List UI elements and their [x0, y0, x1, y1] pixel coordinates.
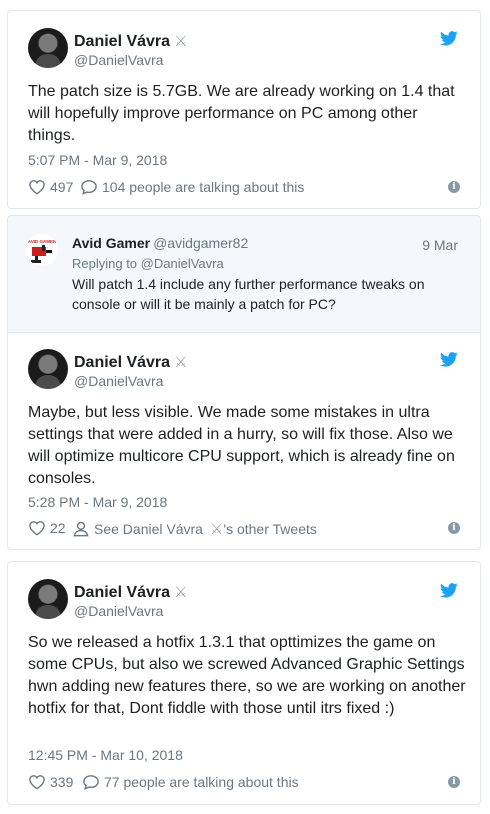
info-icon[interactable]: i — [448, 181, 460, 193]
avatar[interactable] — [28, 579, 68, 619]
author-name-text[interactable]: Daniel Vávra — [74, 33, 170, 50]
like-count: 497 — [50, 179, 74, 195]
info-icon[interactable]: i — [448, 522, 460, 534]
svg-text:AVID GAMER: AVID GAMER — [28, 239, 57, 244]
crossed-swords-icon: ⚔ — [209, 521, 224, 538]
author-handle[interactable]: @DanielVavra — [74, 603, 163, 619]
info-icon[interactable]: i — [448, 776, 460, 788]
author-handle[interactable]: @DanielVavra — [74, 52, 163, 68]
author-name-text[interactable]: Daniel Vávra — [74, 584, 170, 601]
tweet-text: The patch size is 5.7GB. We are already … — [28, 83, 455, 144]
quoted-reply[interactable]: AVID GAMER Avid Gamer @avidgamer82 9 Mar … — [8, 216, 480, 333]
tweet-card-3: Daniel Vávra ⚔ @DanielVavra So we release… — [7, 561, 481, 805]
comment-icon — [80, 179, 98, 195]
crossed-swords-icon: ⚔ — [174, 354, 188, 371]
tweet-timestamp[interactable]: 5:28 PM - Mar 9, 2018 — [28, 494, 167, 510]
quote-author-handle[interactable]: @avidgamer82 — [153, 235, 248, 251]
twitter-bird-icon[interactable] — [440, 352, 458, 367]
twitter-bird-icon[interactable] — [440, 583, 458, 598]
other-tweets-link[interactable]: See Daniel Vávra ⚔'s other Tweets — [72, 520, 317, 538]
quote-date[interactable]: 9 Mar — [422, 237, 458, 253]
crossed-swords-icon: ⚔ — [174, 584, 188, 601]
heart-icon — [28, 774, 46, 790]
heart-icon — [28, 520, 46, 536]
talking-text: 77 people are talking about this — [104, 774, 299, 790]
like-count: 339 — [50, 774, 74, 790]
person-icon — [72, 521, 90, 537]
conversation-link[interactable]: 104 people are talking about this — [80, 179, 304, 195]
author-handle[interactable]: @DanielVavra — [74, 373, 163, 389]
quote-avatar[interactable]: AVID GAMER — [26, 234, 58, 266]
tweet-text: So we released a hotfix 1.3.1 that optti… — [28, 634, 466, 717]
avid-gamer-logo: AVID GAMER — [28, 239, 57, 263]
like-button[interactable]: 22 — [28, 520, 66, 536]
like-count: 22 — [50, 520, 66, 536]
like-button[interactable]: 497 — [28, 179, 73, 195]
avatar[interactable] — [28, 28, 68, 68]
author-name[interactable]: Daniel Vávra ⚔ — [74, 32, 188, 51]
see-other-prefix: See Daniel Vávra — [94, 521, 203, 537]
tweet-timestamp[interactable]: 12:45 PM - Mar 10, 2018 — [28, 747, 183, 763]
like-button[interactable]: 339 — [28, 774, 73, 790]
replying-to[interactable]: Replying to @DanielVavra — [72, 256, 224, 271]
author-name-text[interactable]: Daniel Vávra — [74, 354, 170, 371]
comment-icon — [82, 774, 100, 790]
author-name[interactable]: Daniel Vávra ⚔ — [74, 353, 188, 372]
avatar[interactable] — [28, 349, 68, 389]
tweet-card-2: AVID GAMER Avid Gamer @avidgamer82 9 Mar … — [7, 215, 481, 550]
quote-author-name[interactable]: Avid Gamer — [72, 235, 150, 251]
tweet-timestamp[interactable]: 5:07 PM - Mar 9, 2018 — [28, 152, 167, 168]
talking-text: 104 people are talking about this — [102, 179, 305, 195]
heart-icon — [28, 179, 46, 195]
tweet-text: Maybe, but less visible. We made some mi… — [28, 404, 455, 487]
see-other-suffix: 's other Tweets — [223, 521, 317, 537]
twitter-bird-icon[interactable] — [440, 31, 458, 46]
tweet-actions: 497 104 people are talking about this i — [28, 179, 460, 197]
author-name[interactable]: Daniel Vávra ⚔ — [74, 583, 188, 602]
quote-author[interactable]: Avid Gamer @avidgamer82 — [72, 235, 248, 251]
conversation-link[interactable]: 77 people are talking about this — [82, 774, 299, 790]
crossed-swords-icon: ⚔ — [174, 33, 188, 50]
tweet-actions: 22 See Daniel Vávra ⚔'s other Tweets i — [28, 520, 460, 538]
quote-text: Will patch 1.4 include any further perfo… — [72, 276, 425, 312]
tweet-card-1: Daniel Vávra ⚔ @DanielVavra The patch siz… — [7, 10, 481, 209]
tweet-actions: 339 77 people are talking about this i — [28, 774, 460, 792]
